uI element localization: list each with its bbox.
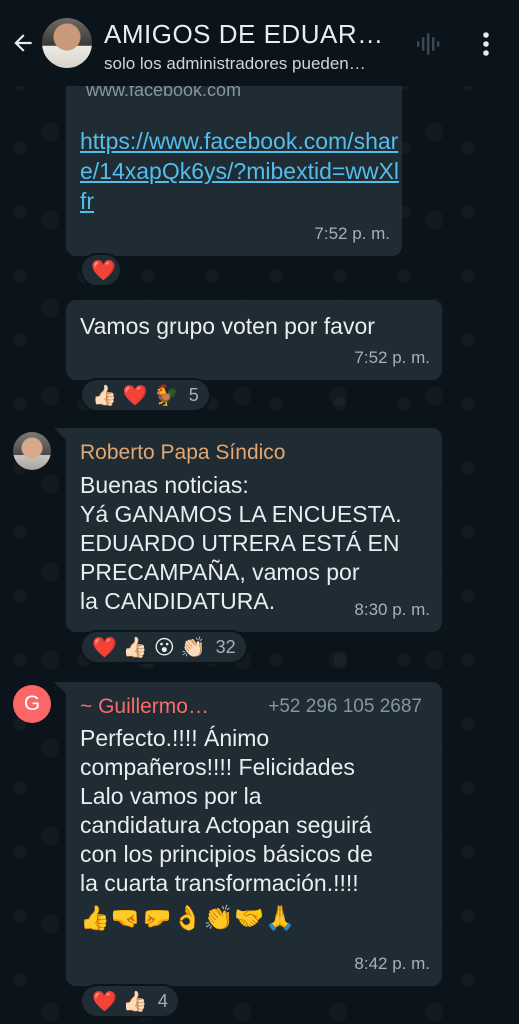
reaction-count: 32	[215, 636, 236, 657]
message-text: Vamos grupo voten por favor	[80, 313, 375, 339]
group-subtitle[interactable]: solo los administradores pueden…	[104, 54, 404, 74]
group-title[interactable]: AMIGOS DE EDUAR…	[104, 19, 394, 50]
message-time: 8:42 p. m.	[354, 954, 430, 973]
sender-name[interactable]: Roberto Papa Síndico	[80, 438, 430, 467]
back-arrow-icon[interactable]	[10, 30, 36, 56]
message-bubble[interactable]: Roberto Papa Síndico Buenas noticias: Yá…	[66, 428, 442, 632]
sender-avatar[interactable]: G	[13, 685, 51, 723]
message-reactions[interactable]: ❤️	[80, 253, 122, 287]
message-reactions[interactable]: ❤️ 👍🏻 4	[80, 984, 180, 1018]
more-options-icon[interactable]	[478, 30, 494, 58]
thumbs-up-reaction: 👍🏻	[122, 636, 148, 659]
message-link[interactable]: https://www.facebook.com/share/14xapQk6y…	[80, 126, 400, 216]
message-reactions[interactable]: ❤️ 👍🏻 😮 👏🏻 32	[80, 630, 248, 664]
group-avatar[interactable]	[42, 18, 92, 68]
sender-avatar[interactable]	[13, 432, 51, 470]
thumbs-up-reaction: 👍🏻	[122, 990, 148, 1013]
emoji-line: 👍🤜🤛👌👏🤝🙏	[80, 905, 297, 932]
message-bubble[interactable]: ~ Guillermo… +52 296 105 2687 Perfecto.!…	[66, 682, 442, 986]
message-time: 7:52 p. m.	[314, 224, 390, 243]
message-time: 7:52 p. m.	[354, 348, 430, 367]
message-time: 8:30 p. m.	[354, 600, 430, 619]
thumbs-up-reaction: 👍🏻	[92, 384, 117, 407]
message-bubble[interactable]: Vamos grupo voten por favor 7:52 p. m.	[66, 300, 442, 380]
heart-reaction: ❤️	[91, 259, 116, 282]
rooster-reaction: 🐓	[153, 384, 179, 407]
message-reactions[interactable]: 👍🏻 ❤️ 🐓 5	[80, 378, 211, 412]
reaction-count: 5	[188, 384, 199, 405]
surprised-face-reaction: 😮	[153, 636, 175, 659]
bubble-tail	[54, 682, 66, 694]
chat-header[interactable]: AMIGOS DE EDUAR… solo los administradore…	[0, 0, 519, 86]
voice-chat-icon[interactable]	[414, 30, 442, 58]
bubble-tail	[54, 428, 66, 440]
sender-phone[interactable]: +52 296 105 2687	[268, 692, 422, 721]
heart-reaction: ❤️	[122, 384, 148, 407]
reaction-count: 4	[157, 990, 168, 1011]
message-bubble[interactable]: www.facebook.com https://www.facebook.co…	[66, 70, 402, 256]
sender-name[interactable]: ~ Guillermo…	[80, 692, 209, 721]
clapping-hands-reaction: 👏🏻	[180, 636, 206, 659]
message-text: Perfecto.!!!! Ánimo compañeros!!!! Felic…	[80, 725, 373, 896]
heart-reaction: ❤️	[92, 636, 117, 659]
avatar-initial: G	[23, 692, 41, 715]
heart-reaction: ❤️	[92, 990, 117, 1013]
